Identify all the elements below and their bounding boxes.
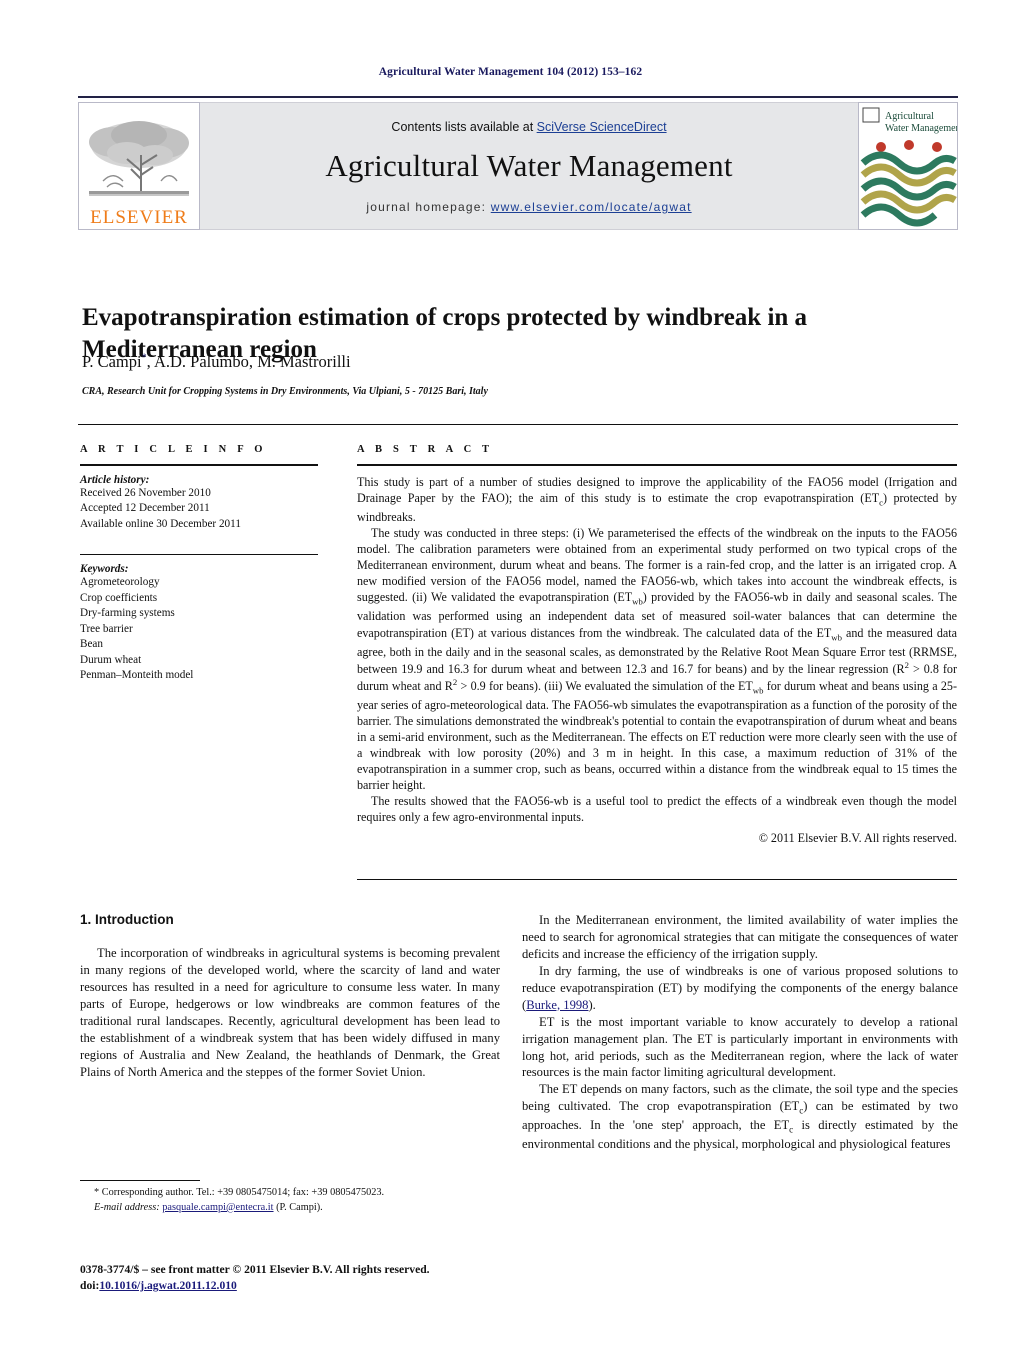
- keywords-label: Keywords:: [80, 563, 129, 576]
- footnote-block: * Corresponding author. Tel.: +39 080547…: [80, 1186, 500, 1215]
- abstract-paragraph-2: The study was conducted in three steps: …: [357, 525, 957, 793]
- elsevier-tree-icon: [83, 115, 195, 207]
- article-history-label: Article history:: [80, 474, 150, 486]
- history-received: Received 26 November 2010: [80, 487, 211, 499]
- intro-right-paragraph-3: ET is the most important variable to kno…: [522, 1014, 958, 1080]
- doi-line: doi:10.1016/j.agwat.2011.12.010: [80, 1278, 560, 1294]
- footnote-divider: [80, 1180, 200, 1181]
- keyword-item: Penman–Monteith model: [80, 669, 194, 682]
- abstract-heading: A B S T R A C T: [357, 444, 494, 455]
- history-available-online: Available online 30 December 2011: [80, 517, 241, 530]
- homepage-url-link[interactable]: www.elsevier.com/locate/agwat: [491, 200, 692, 214]
- doi-link[interactable]: 10.1016/j.agwat.2011.12.010: [99, 1279, 237, 1292]
- abstract-rule: [357, 464, 957, 466]
- copyright-line: © 2011 Elsevier B.V. All rights reserved…: [758, 831, 957, 846]
- abstract-p2-sub3: wb: [752, 685, 764, 696]
- masthead-center: Contents lists available at SciVerse Sci…: [200, 102, 858, 230]
- abstract-column: A B S T R A C T This study is part of a …: [357, 444, 957, 846]
- contents-prefix: Contents lists available at: [391, 120, 537, 134]
- article-info-column: A R T I C L E I N F O Article history: R…: [80, 444, 318, 684]
- intro-right-paragraph-2: In dry farming, the use of windbreaks is…: [522, 963, 958, 1014]
- journal-cover-thumbnail: Agricultural Water Management: [858, 102, 958, 230]
- body-left-column: 1. Introduction The incorporation of win…: [80, 912, 500, 1081]
- citation-burke-1998[interactable]: Burke, 1998: [526, 998, 588, 1012]
- journal-title: Agricultural Water Management: [325, 148, 733, 183]
- author-list: P. Campi*, A.D. Palumbo, M. Mastrorilli: [82, 352, 942, 372]
- doi-label: doi:: [80, 1279, 100, 1293]
- keywords-rule: [80, 554, 318, 556]
- email-link[interactable]: pasquale.campi@entecra.it: [162, 1202, 273, 1213]
- abstract-p2-sub2: wb: [831, 631, 842, 642]
- footer-block: 0378-3774/$ – see front matter © 2011 El…: [80, 1262, 560, 1295]
- elsevier-logo: ELSEVIER: [78, 102, 200, 230]
- keyword-item: Agrometeorology: [80, 576, 160, 589]
- keyword-item: Crop coefficients: [80, 591, 158, 604]
- contents-available-line: Contents lists available at SciVerse Sci…: [391, 120, 666, 134]
- article-info-rule: [80, 464, 318, 466]
- intro-left-paragraph-1: The incorporation of windbreaks in agric…: [80, 946, 500, 1079]
- sciencedirect-link[interactable]: SciVerse ScienceDirect: [537, 120, 667, 134]
- intro-right-paragraph-1: In the Mediterranean environment, the li…: [522, 913, 958, 961]
- intro-p2-b: ).: [588, 997, 596, 1012]
- running-head: Agricultural Water Management 104 (2012)…: [378, 66, 643, 78]
- abstract-p2-e: > 0.9 for beans). (iii) We evaluated the…: [457, 678, 753, 693]
- keyword-item: Tree barrier: [80, 622, 133, 635]
- abstract-paragraph-3: The results showed that the FAO56-wb is …: [357, 794, 957, 825]
- abstract-paragraph-1: This study is part of a number of studie…: [357, 474, 957, 525]
- corresponding-author-note: * Corresponding author. Tel.: +39 080547…: [94, 1187, 385, 1198]
- masthead-top-rule: [78, 96, 958, 98]
- svg-text:Agricultural: Agricultural: [885, 111, 934, 122]
- abstract-p2-sub1: wb: [632, 596, 643, 607]
- elsevier-wordmark: ELSEVIER: [90, 207, 188, 228]
- title-divider: [78, 424, 958, 425]
- affiliation: CRA, Research Unit for Cropping Systems …: [82, 386, 488, 397]
- intro-right-paragraph-4: The ET depends on many factors, such as …: [522, 1081, 958, 1152]
- email-suffix: (P. Campi).: [276, 1201, 323, 1213]
- abstract-p2-f: for durum wheat and beans using a 25-yea…: [357, 678, 957, 793]
- section-heading-introduction: 1. Introduction: [80, 912, 174, 927]
- body-right-column: In the Mediterranean environment, the li…: [522, 912, 958, 1153]
- email-note: E-mail address: pasquale.campi@entecra.i…: [80, 1201, 500, 1216]
- abstract-bottom-rule: [357, 879, 957, 880]
- abstract-p1-a: This study is part of a number of studie…: [357, 475, 957, 506]
- keyword-item: Bean: [80, 638, 103, 651]
- homepage-label: journal homepage:: [366, 200, 487, 214]
- issn-front-matter: 0378-3774/$ – see front matter © 2011 El…: [80, 1263, 430, 1276]
- history-accepted: Accepted 12 December 2011: [80, 502, 210, 515]
- journal-masthead: ELSEVIER Contents lists available at Sci…: [78, 96, 958, 232]
- svg-text:Water Management: Water Management: [885, 123, 957, 134]
- article-info-heading: A R T I C L E I N F O: [80, 444, 267, 455]
- keyword-item: Durum wheat: [80, 653, 142, 666]
- keyword-item: Dry-farming systems: [80, 607, 175, 620]
- email-label: E-mail address:: [94, 1201, 160, 1213]
- paper-page: Agricultural Water Management 104 (2012)…: [0, 0, 1021, 1351]
- authors-text: P. Campi*, A.D. Palumbo, M. Mastrorilli: [82, 352, 351, 371]
- journal-homepage-line: journal homepage: www.elsevier.com/locat…: [366, 200, 691, 214]
- cover-art-icon: Agricultural Water Management: [859, 103, 957, 229]
